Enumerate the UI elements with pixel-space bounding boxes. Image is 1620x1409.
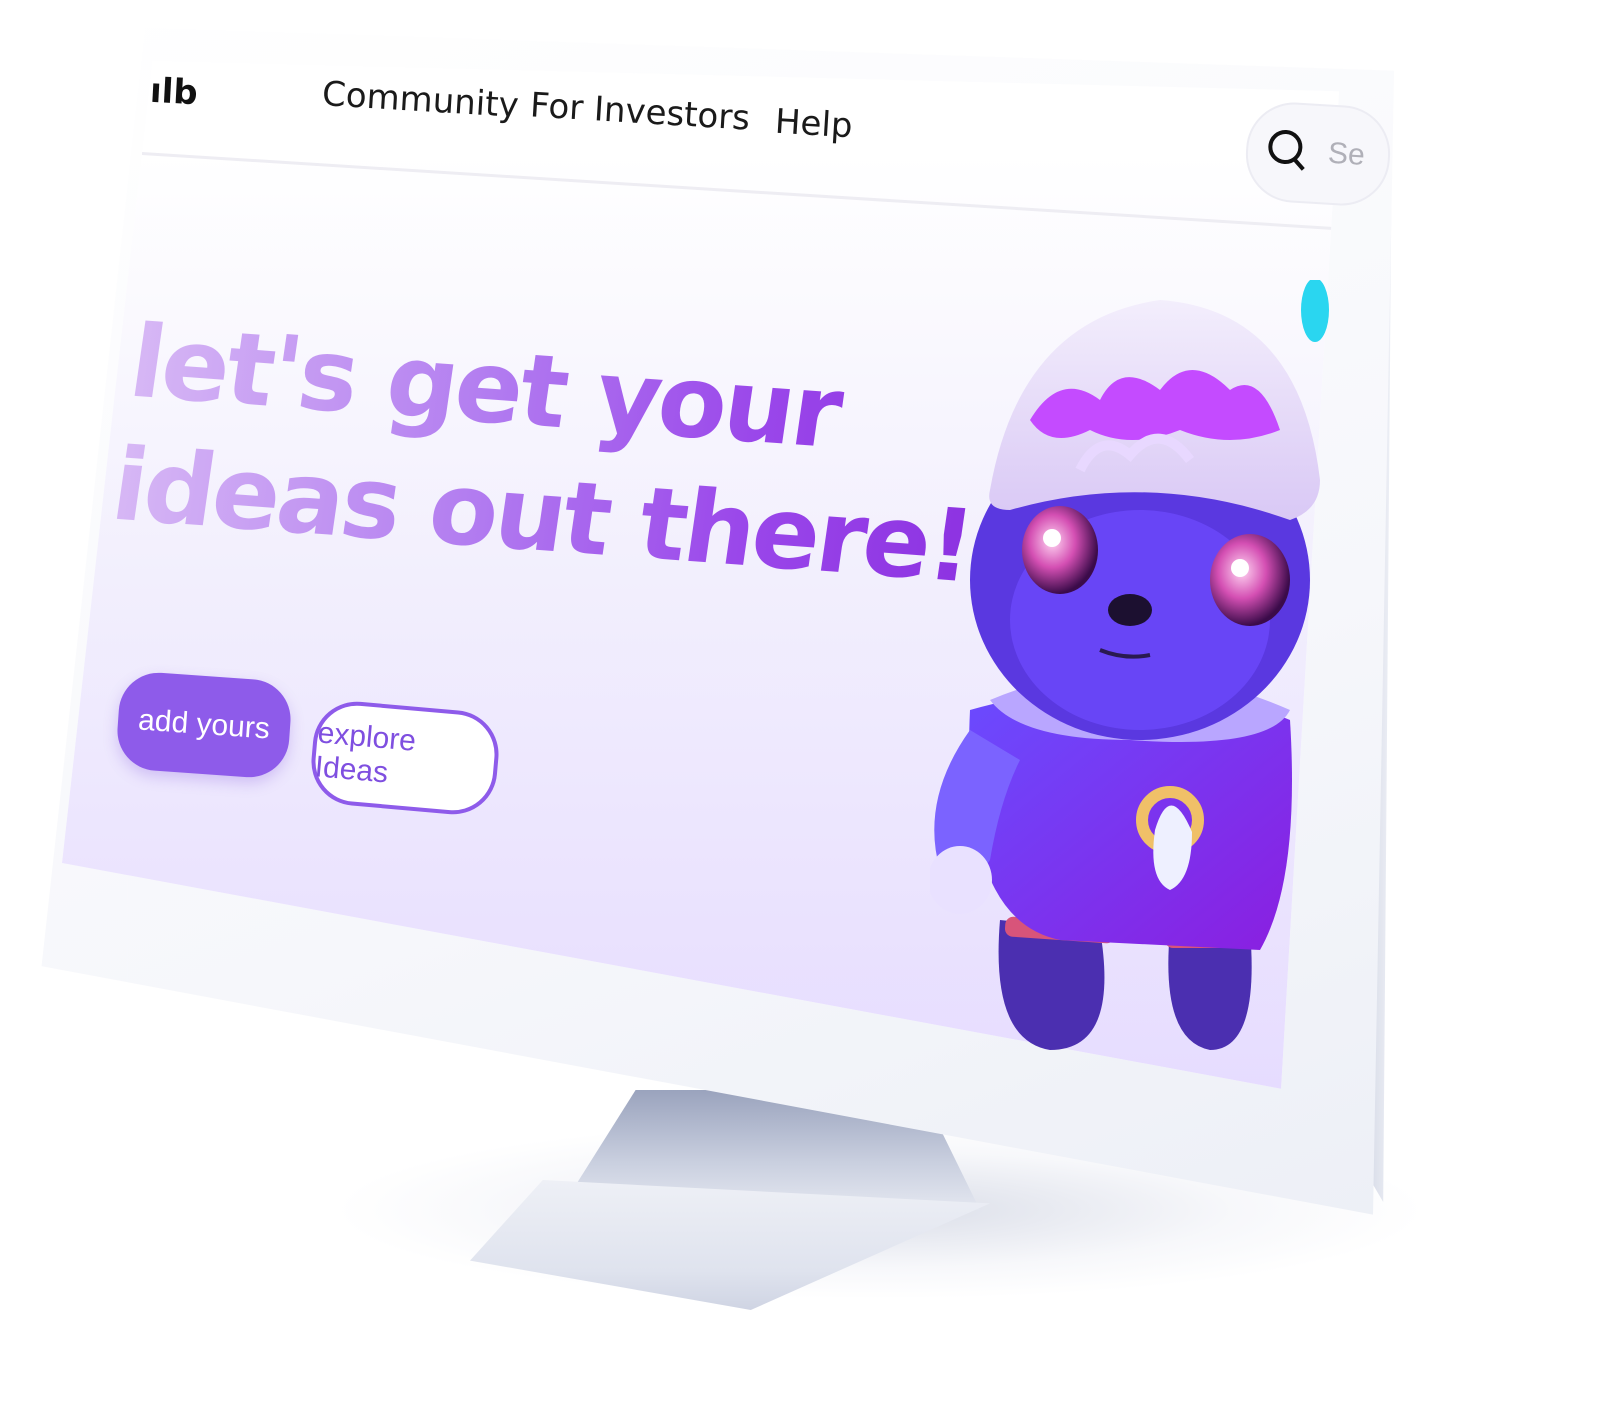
device-mockup: ılb Community For Investors Help Se let'… xyxy=(0,0,1620,1409)
nav-link-help[interactable]: Help xyxy=(774,102,854,147)
search-input[interactable]: Se xyxy=(1243,99,1393,209)
explore-ideas-button[interactable]: explore Ideas xyxy=(307,698,503,818)
mascot-illustration xyxy=(930,280,1329,1050)
search-placeholder: Se xyxy=(1327,136,1366,172)
search-icon xyxy=(1267,128,1304,166)
add-yours-button[interactable]: add yours xyxy=(114,670,294,780)
logo[interactable]: ılb xyxy=(149,71,199,113)
